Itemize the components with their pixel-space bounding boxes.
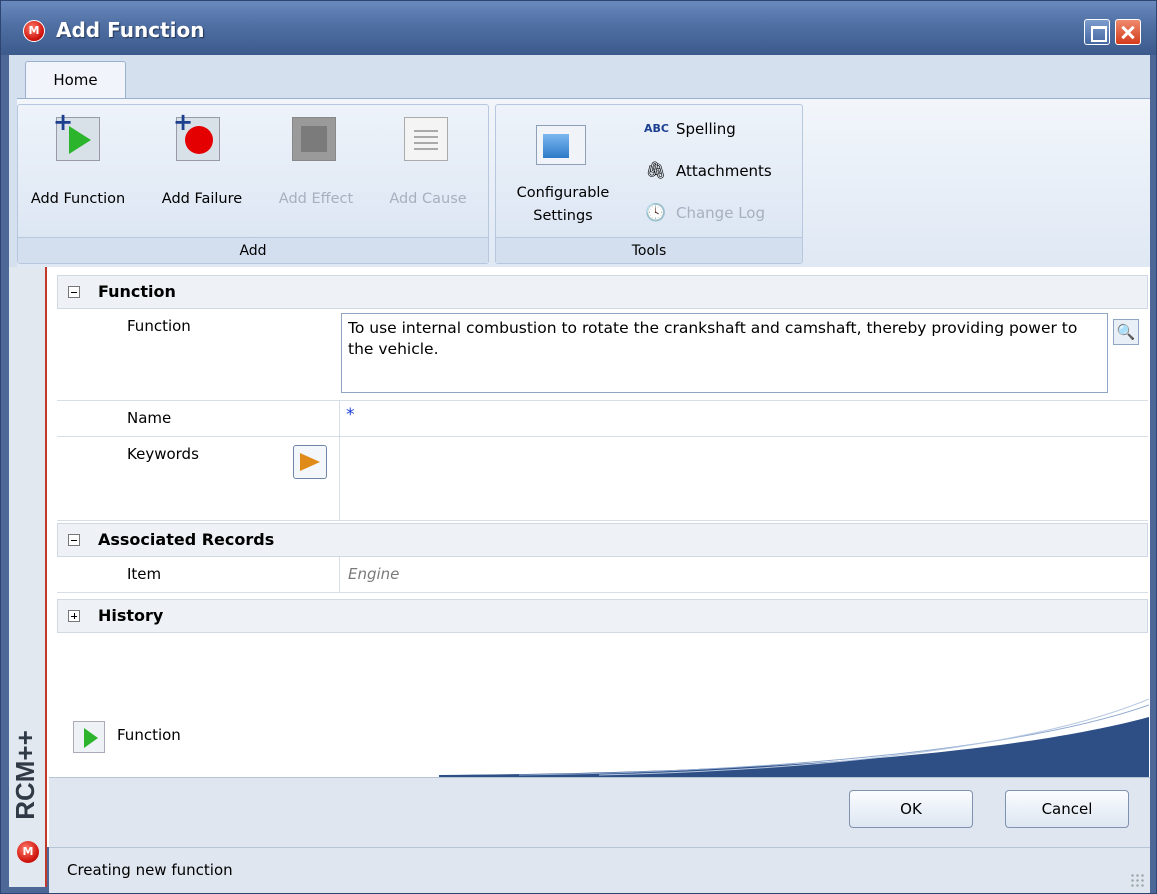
- collapse-icon[interactable]: [68, 286, 80, 298]
- section-header-associated-records[interactable]: Associated Records: [57, 523, 1148, 557]
- dialog-footer: OK Cancel: [49, 777, 1150, 849]
- ribbon-group-tools: Configurable Settings ABC Spelling 🖇 Att…: [495, 104, 803, 264]
- brand-strip: RCM++ M: [9, 267, 47, 887]
- add-function-window: M Add Function Home + Add Function + Add…: [0, 0, 1157, 894]
- app-logo-icon: M: [23, 20, 45, 42]
- keywords-label: Keywords: [127, 445, 199, 463]
- ribbon-panel: + Add Function + Add Failure Add Effect …: [17, 98, 1150, 267]
- function-label: Function: [127, 317, 191, 335]
- ribbon: Home + Add Function + Add Failure Add Ef…: [9, 55, 1150, 267]
- decorative-swoosh: [439, 698, 1149, 777]
- item-value: Engine: [348, 565, 400, 583]
- row-keywords: Keywords: [57, 437, 1148, 521]
- name-label: Name: [127, 409, 172, 427]
- main-content: RCM++ M Function Function To use interna…: [9, 267, 1150, 887]
- clock-icon: 🕓: [645, 203, 667, 223]
- window-title: Add Function: [56, 18, 205, 42]
- keywords-picker-icon[interactable]: [293, 445, 327, 479]
- change-log-button[interactable]: 🕓 Change Log: [636, 199, 765, 227]
- spell-check-icon: ABC: [644, 122, 669, 135]
- add-function-icon: +: [53, 110, 100, 161]
- add-effect-icon: [292, 117, 336, 161]
- legend-label: Function: [117, 726, 181, 744]
- add-cause-icon: [404, 117, 448, 161]
- ribbon-group-add: + Add Function + Add Failure Add Effect …: [17, 104, 489, 264]
- group-label-add: Add: [18, 237, 488, 263]
- add-failure-icon: +: [173, 110, 220, 161]
- expand-icon[interactable]: [68, 610, 80, 622]
- add-function-button[interactable]: + Add Function: [18, 110, 138, 221]
- group-label-tools: Tools: [496, 237, 802, 263]
- function-type-icon: [73, 721, 105, 753]
- item-label: Item: [127, 565, 162, 583]
- item-field: Engine: [339, 557, 1148, 592]
- resize-grip-icon[interactable]: [1130, 873, 1144, 887]
- section-header-function[interactable]: Function: [57, 275, 1148, 309]
- ok-button[interactable]: OK: [849, 790, 973, 828]
- row-function: Function To use internal combustion to r…: [57, 309, 1148, 401]
- collapse-icon[interactable]: [68, 534, 80, 546]
- status-bar: Creating new function: [49, 847, 1150, 893]
- section-header-history[interactable]: History: [57, 599, 1148, 633]
- brand-logo-icon: M: [17, 841, 39, 863]
- brand-label: RCM++: [10, 730, 40, 820]
- add-failure-button[interactable]: + Add Failure: [148, 110, 256, 221]
- paperclip-icon: 🖇: [645, 161, 667, 181]
- title-bar: M Add Function: [1, 1, 1156, 55]
- lookup-icon[interactable]: 🔍: [1113, 319, 1139, 345]
- settings-window-icon: [536, 125, 586, 165]
- cancel-button[interactable]: Cancel: [1005, 790, 1129, 828]
- close-button[interactable]: [1115, 19, 1141, 45]
- function-textarea[interactable]: To use internal combustion to rotate the…: [341, 313, 1108, 393]
- status-text: Creating new function: [67, 861, 233, 879]
- tab-home[interactable]: Home: [25, 61, 126, 99]
- keywords-field[interactable]: [339, 437, 1148, 520]
- add-cause-button[interactable]: Add Cause: [374, 111, 482, 221]
- row-name: Name *: [57, 401, 1148, 437]
- name-field[interactable]: *: [339, 401, 1148, 436]
- spelling-button[interactable]: ABC Spelling: [636, 115, 736, 143]
- row-item: Item Engine: [57, 557, 1148, 593]
- required-marker: *: [346, 405, 355, 425]
- maximize-button[interactable]: [1084, 19, 1110, 45]
- configurable-settings-button[interactable]: Configurable Settings: [500, 113, 626, 224]
- add-effect-button[interactable]: Add Effect: [266, 111, 366, 221]
- attachments-button[interactable]: 🖇 Attachments: [636, 157, 772, 185]
